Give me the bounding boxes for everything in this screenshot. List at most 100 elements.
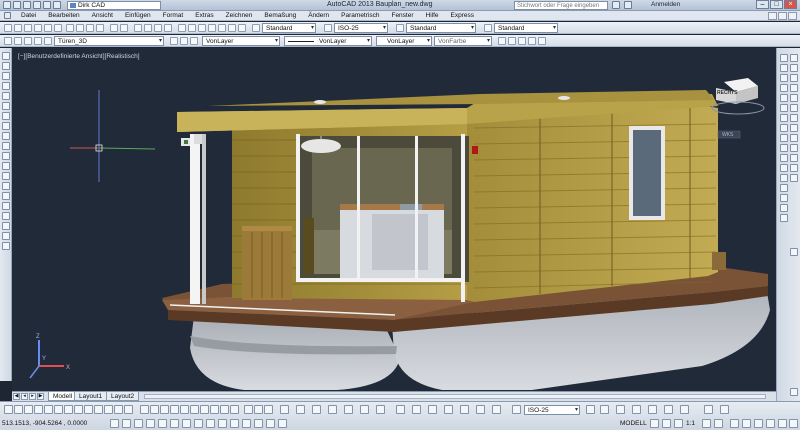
auto-scale-icon[interactable] (714, 419, 723, 428)
cut-icon[interactable] (66, 24, 74, 32)
lightbulb-icon[interactable] (24, 37, 32, 45)
lock-icon[interactable] (44, 37, 52, 45)
menu-ansicht[interactable]: Ansicht (86, 12, 119, 19)
ducs-icon[interactable] (74, 405, 83, 414)
scroll-down-icon[interactable] (790, 388, 798, 396)
layer-iso-icon[interactable] (190, 37, 198, 45)
grid-icon[interactable] (14, 405, 23, 414)
multiline-text-icon[interactable] (2, 232, 10, 240)
dynamic-ucs-icon[interactable] (206, 419, 215, 428)
realistic-style-icon[interactable] (508, 37, 516, 45)
dim-style-manager-icon[interactable] (512, 405, 521, 414)
next-tab-button[interactable]: ▸ (29, 393, 36, 400)
undo-icon[interactable] (43, 1, 51, 9)
polar-tracking-icon[interactable] (158, 419, 167, 428)
3d-object-snap-icon[interactable] (182, 419, 191, 428)
previous-layer-icon[interactable] (180, 37, 188, 45)
tab-layout1[interactable]: Layout1 (74, 392, 108, 401)
continue-icon[interactable] (254, 405, 263, 414)
rotate-icon[interactable] (780, 124, 788, 132)
conceptual-style-icon[interactable] (528, 37, 536, 45)
quick-dim-icon[interactable] (230, 405, 239, 414)
grid-display-icon[interactable] (134, 419, 143, 428)
menu-bearbeiten[interactable]: Bearbeiten (42, 12, 85, 19)
menu-einfuegen[interactable]: Einfügen (119, 12, 157, 19)
tab-layout2[interactable]: Layout2 (106, 392, 140, 401)
annotation-monitor-icon[interactable] (278, 419, 287, 428)
infer-constraints-icon[interactable] (110, 419, 119, 428)
clean-screen-toggle-icon[interactable] (789, 419, 798, 428)
move-icon[interactable] (780, 114, 788, 122)
center-mark-icon[interactable] (296, 405, 305, 414)
multileader-icon[interactable] (616, 405, 625, 414)
navigate-icon[interactable] (780, 54, 788, 62)
ucs-origin-icon[interactable] (790, 104, 798, 112)
sun-icon[interactable] (34, 37, 42, 45)
walk-icon[interactable] (460, 405, 469, 414)
calculator-icon[interactable] (228, 24, 236, 32)
minimize-button[interactable]: – (756, 0, 769, 9)
print-icon[interactable] (34, 24, 42, 32)
lights-icon[interactable] (428, 405, 437, 414)
polygon-icon[interactable] (2, 82, 10, 90)
menu-express[interactable]: Express (445, 12, 480, 19)
ucs-view-icon[interactable] (790, 94, 798, 102)
layer-state-icon[interactable] (14, 37, 22, 45)
annotation-visibility-icon[interactable] (702, 419, 711, 428)
diameter-icon[interactable] (210, 405, 219, 414)
ucs-y-icon[interactable] (790, 144, 798, 152)
fly-icon[interactable] (476, 405, 485, 414)
menu-format[interactable]: Format (157, 12, 190, 19)
design-center-icon[interactable] (188, 24, 196, 32)
zoom-realtime-icon[interactable] (144, 24, 152, 32)
materials-icon[interactable] (412, 405, 421, 414)
text-style-select[interactable]: Standard (262, 23, 316, 33)
remove-leader-icon[interactable] (648, 405, 657, 414)
login-link[interactable]: Anmelden (651, 1, 680, 8)
redo-icon[interactable] (120, 24, 128, 32)
snap-icon[interactable] (4, 405, 13, 414)
break-icon[interactable] (780, 174, 788, 182)
line-icon[interactable] (2, 52, 10, 60)
markup-icon[interactable] (218, 24, 226, 32)
menu-zeichnen[interactable]: Zeichnen (220, 12, 259, 19)
ucs-world-icon[interactable] (790, 64, 798, 72)
menu-bemassung[interactable]: Bemaßung (258, 12, 302, 19)
angular-icon[interactable] (220, 405, 229, 414)
orbit-icon[interactable] (790, 54, 798, 62)
arc-icon[interactable] (2, 102, 10, 110)
3d-osnap-icon[interactable] (54, 405, 63, 414)
menu-aendern[interactable]: Ändern (302, 12, 335, 19)
table-style-icon[interactable] (396, 24, 404, 32)
color-select[interactable]: VonLayer (202, 36, 280, 46)
jogged-icon[interactable] (200, 405, 209, 414)
text-icon[interactable] (600, 405, 609, 414)
copy-icon[interactable] (76, 24, 84, 32)
make-current-layer-icon[interactable] (170, 37, 178, 45)
wireframe-style-icon[interactable] (538, 37, 546, 45)
close-button[interactable]: × (784, 0, 797, 9)
maximize-button[interactable]: □ (770, 0, 783, 9)
ellipse-arc-icon[interactable] (2, 152, 10, 160)
scroll-up-icon[interactable] (790, 248, 798, 256)
drawing-viewport[interactable]: [−][Benutzerdefinierte Ansicht][Realisti… (12, 48, 776, 391)
align-leader-icon[interactable] (664, 405, 673, 414)
status-dim-style-select[interactable]: ISO-25 (524, 405, 580, 415)
redo-icon[interactable] (53, 1, 61, 9)
ucs-x-icon[interactable] (790, 134, 798, 142)
workspace-select[interactable]: Dirk CAD (67, 0, 161, 10)
search-icon[interactable] (612, 1, 620, 9)
open-file-icon[interactable] (23, 1, 31, 9)
hatch-icon[interactable] (2, 192, 10, 200)
region-icon[interactable] (2, 212, 10, 220)
edit-dim-icon[interactable] (344, 405, 353, 414)
mleader-style-icon[interactable] (484, 24, 492, 32)
linetype-select[interactable]: VonLayer (284, 36, 372, 46)
tab-modell[interactable]: Modell (48, 392, 78, 401)
mirror-icon[interactable] (780, 84, 788, 92)
arc-length-icon[interactable] (170, 405, 179, 414)
hardware-accel-icon[interactable] (754, 419, 763, 428)
save-icon[interactable] (24, 24, 32, 32)
table-icon[interactable] (2, 222, 10, 230)
dim-style-icon[interactable] (324, 24, 332, 32)
